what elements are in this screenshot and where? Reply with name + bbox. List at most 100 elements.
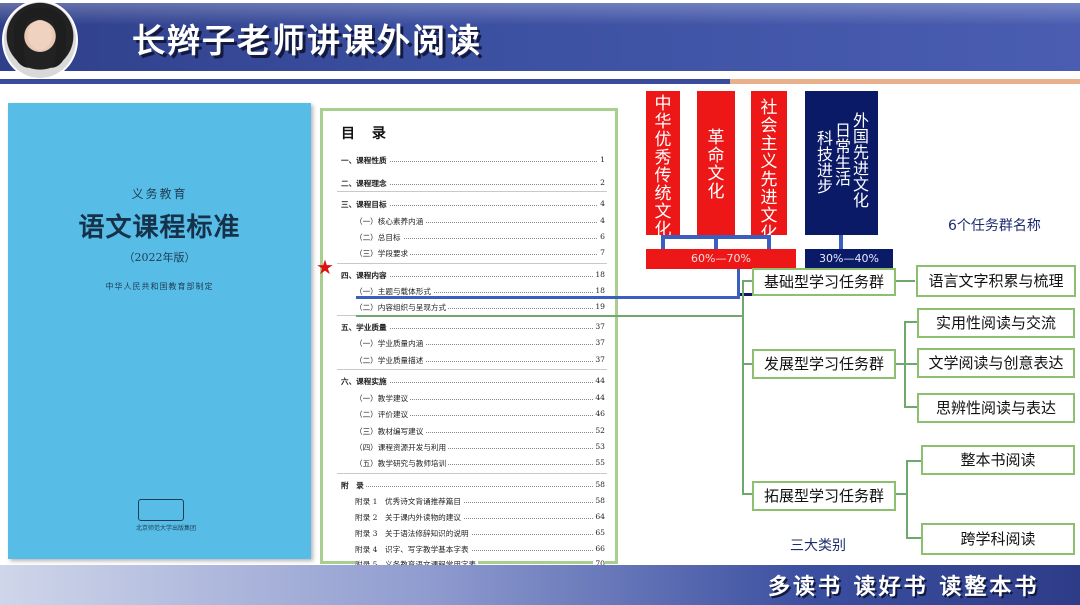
toc-row: （二）评价建议 46 [323, 409, 615, 423]
toc-divider [337, 473, 607, 474]
toc-row: 六、课程实施 44 [323, 376, 615, 390]
table-of-contents: 目 录 一、课程性质 1 二、课程理念 2 三、课程目标 4 （一）核心素养内涵 4 （二）总目… [320, 108, 618, 570]
tree-line [356, 315, 744, 317]
toc-row-page: 2 [598, 178, 605, 187]
toc-row-label: （二）学业质量描述 [355, 355, 426, 366]
theme-foreign-daily-tech: 外国先进文化 日常生活 科技进步 [805, 91, 878, 235]
theme-label: 日常生活 [835, 121, 852, 188]
toc-row-page: 4 [598, 199, 605, 208]
task-critical: 思辨性阅读与表达 [917, 393, 1075, 423]
toc-row-label: 六、课程实施 [341, 376, 389, 387]
tree-line [742, 280, 744, 494]
toc-row: 二、课程理念 2 [323, 178, 615, 192]
toc-row: 附录 2 关于课内外读物的建议 64 [323, 512, 615, 526]
task-cross-subject: 跨学科阅读 [921, 523, 1075, 555]
toc-row-page: 37 [593, 338, 605, 347]
toc-row-page: 46 [593, 409, 605, 418]
toc-row-page: 52 [593, 426, 605, 435]
header-divider [0, 79, 730, 84]
toc-row-page: 18 [593, 270, 605, 279]
page-title: 长辫子老师讲课外阅读 [132, 21, 482, 60]
toc-row: 附录 3 关于语法修辞知识的说明 65 [323, 528, 615, 542]
toc-row-page: 53 [593, 442, 605, 451]
task-language: 语言文字积累与梳理 [916, 265, 1076, 297]
toc-row-label: 二、课程理念 [341, 178, 389, 189]
avatar [2, 0, 78, 80]
toc-row-label: （一）核心素养内涵 [355, 216, 426, 227]
toc-row-page: 7 [598, 248, 605, 257]
tree-line [906, 460, 908, 538]
toc-row-page: 18 [593, 286, 605, 295]
toc-leader-dots [341, 486, 601, 487]
toc-row-page: 44 [593, 393, 605, 402]
categories-caption: 三大类别 [790, 538, 846, 554]
avatar-face [28, 20, 52, 50]
toc-row-label: 附录 2 关于课内外读物的建议 [355, 512, 463, 523]
tree-line [904, 363, 918, 365]
toc-row: （一）学业质量内涵 37 [323, 338, 615, 352]
toc-row: （一）核心素养内涵 4 [323, 216, 615, 230]
theme-label: 外国先进文化 [853, 111, 870, 210]
toc-row: （三）学段要求 7 [323, 248, 615, 262]
toc-row-page: 44 [593, 376, 605, 385]
toc-row: 三、课程目标 4 [323, 199, 615, 213]
theme-label: 社会主义先进文化 [760, 98, 778, 244]
ratio-bar-blue: 30%—40% [805, 249, 893, 269]
theme-traditional-culture: 中华优秀传统文化 [646, 91, 680, 239]
toc-row: （四）课程资源开发与利用 53 [323, 442, 615, 456]
category-development: 发展型学习任务群 [752, 349, 896, 379]
toc-row-label: 附录 1 优秀诗文背诵推荐篇目 [355, 496, 463, 507]
toc-row-page: 37 [593, 355, 605, 364]
toc-row: 附录 4 识字、写字教学基本字表 66 [323, 544, 615, 558]
connector [839, 235, 843, 249]
toc-row-page: 19 [593, 302, 605, 311]
theme-socialist-culture: 社会主义先进文化 [751, 91, 787, 243]
tree-line [906, 537, 922, 539]
book-press: 北京师范大学出版集团 [136, 525, 197, 532]
toc-row-page: 6 [598, 232, 605, 241]
tree-line [904, 321, 918, 323]
toc-row-label: 附录 4 识字、写字教学基本字表 [355, 544, 471, 555]
task-groups-caption: 6个任务群名称 [948, 218, 1041, 234]
connector [661, 235, 771, 239]
toc-row: 附 录 58 [323, 480, 615, 494]
book-title: 语文课程标准 [78, 213, 241, 243]
ratio-bar-red: 60%—70% [646, 249, 796, 269]
toc-row-label: （五）教学研究与教师培训 [355, 458, 449, 469]
toc-row: （五）教学研究与教师培训 55 [323, 458, 615, 472]
book-publisher: 中华人民共和国教育部制定 [105, 282, 214, 291]
toc-row: 四、课程内容 18 [323, 270, 615, 284]
toc-row: （二）总目标 6 [323, 232, 615, 246]
tree-line [906, 460, 922, 462]
star-icon: ★ [316, 255, 334, 279]
footer-slogan: 多读书 读好书 读整本书 [768, 574, 1040, 600]
toc-row: 附录 1 优秀诗文背诵推荐篇目 58 [323, 496, 615, 510]
tree-line [895, 280, 915, 282]
toc-row: 一、课程性质 1 [323, 155, 615, 169]
toc-row-page: 64 [593, 512, 605, 521]
category-extension: 拓展型学习任务群 [752, 481, 896, 511]
toc-divider [337, 369, 607, 370]
book-edition: （2022年版） [123, 251, 196, 264]
theme-revolutionary-culture: 革命文化 [697, 91, 735, 235]
task-practical: 实用性阅读与交流 [917, 308, 1075, 338]
toc-row: （一）教学建议 44 [323, 393, 615, 407]
toc-row-label: 附 录 [341, 480, 366, 491]
toc-divider [337, 263, 607, 264]
category-basic: 基础型学习任务群 [752, 268, 896, 296]
toc-row-page: 65 [593, 528, 605, 537]
toc-row-page: 55 [593, 458, 605, 467]
header-divider-accent [730, 79, 1080, 84]
toc-row-page: 58 [593, 480, 605, 489]
toc-row-page: 58 [593, 496, 605, 505]
toc-row-label: 三、课程目标 [341, 199, 389, 210]
task-whole-book: 整本书阅读 [921, 445, 1075, 475]
toc-row-page: 66 [593, 544, 605, 553]
book-series: 义务教育 [131, 187, 188, 201]
book-cover: 义务教育 语文课程标准 （2022年版） 中华人民共和国教育部制定 北京师范大学… [8, 103, 311, 559]
toc-row-label: （三）教材编写建议 [355, 426, 426, 437]
theme-label: 革命文化 [707, 128, 725, 202]
toc-row-label: （三）学段要求 [355, 248, 411, 259]
toc-title: 目 录 [341, 126, 392, 142]
toc-row: （三）教材编写建议 52 [323, 426, 615, 440]
